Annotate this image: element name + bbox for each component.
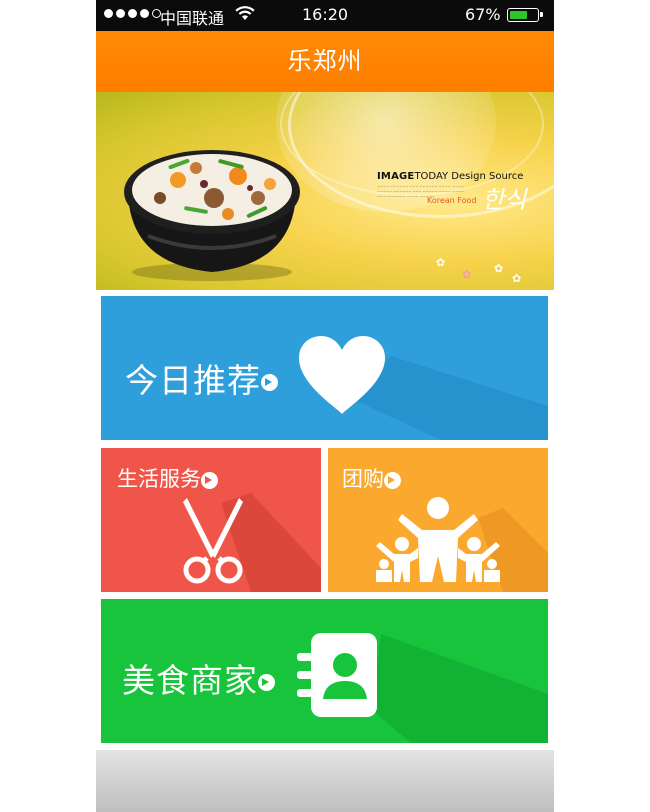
tile-recommend[interactable]: 今日推荐 <box>101 296 548 440</box>
bottom-bar <box>96 750 554 812</box>
page-title: 乐郑州 <box>96 31 554 92</box>
signal-icon <box>104 9 161 18</box>
battery-percent: 67% <box>465 5 501 24</box>
arrow-right-icon <box>201 471 218 489</box>
arrow-right-icon <box>258 674 275 691</box>
phone-screen: 中国联通 16:20 67% 乐郑州 IMAGETODAY Design Sou… <box>96 0 554 812</box>
tile-group-buy[interactable]: 团购 <box>328 448 548 592</box>
banner-ad[interactable]: IMAGETODAY Design Source ~~~~ ~~~~~~ ~~~… <box>96 92 554 290</box>
tile-group-buy-label: 团购 <box>342 463 401 493</box>
food-bowl-image <box>124 150 300 281</box>
tile-food-merchants-label: 美食商家 <box>122 654 275 702</box>
flower-icon: ✿ <box>494 262 504 275</box>
wifi-icon <box>235 6 255 20</box>
heart-icon <box>299 336 385 414</box>
flower-icon: ✿ <box>462 268 472 281</box>
ad-subtitle: Korean Food <box>427 196 477 205</box>
battery-icon <box>507 8 543 22</box>
tile-recommend-label: 今日推荐 <box>125 354 278 402</box>
tile-food-merchants[interactable]: 美食商家 <box>101 599 548 743</box>
arrow-right-icon <box>384 471 401 489</box>
tile-life-service-label: 生活服务 <box>117 463 218 493</box>
carrier-name: 中国联通 <box>160 9 225 28</box>
scissors-icon <box>183 498 243 584</box>
flower-icon: ✿ <box>436 256 446 269</box>
status-bar: 中国联通 16:20 67% <box>96 0 554 31</box>
contact-book-icon <box>297 633 377 717</box>
people-group-icon <box>376 497 500 582</box>
tile-life-service[interactable]: 生活服务 <box>101 448 321 592</box>
arrow-right-icon <box>261 374 278 391</box>
ad-handwriting: 한식 <box>482 186 527 214</box>
clock: 16:20 <box>302 5 349 24</box>
flower-icon: ✿ <box>512 272 522 285</box>
